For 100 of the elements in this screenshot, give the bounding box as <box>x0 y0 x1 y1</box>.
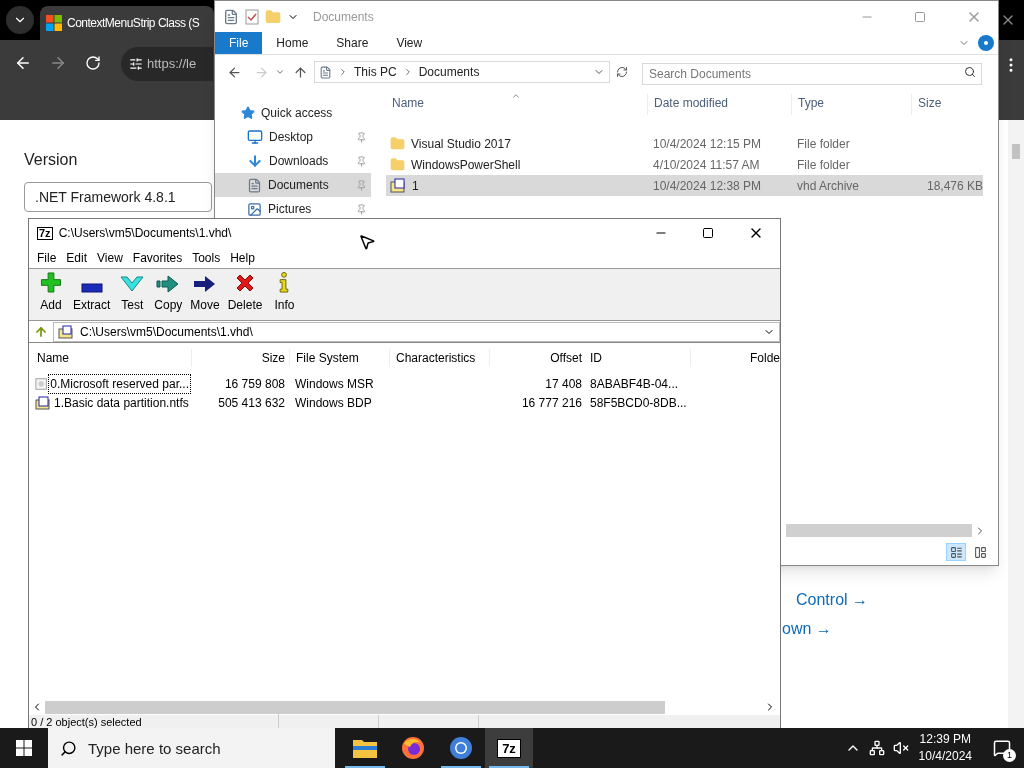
toolbar-button[interactable]: Test <box>114 272 151 314</box>
nav-link[interactable]: own → <box>782 617 832 641</box>
ribbon-tab[interactable]: Share <box>322 32 383 54</box>
id-text: 8ABABF4B-04... <box>589 375 680 393</box>
taskbar-app[interactable]: 7z <box>485 728 533 768</box>
four-squares-icon <box>46 15 62 31</box>
up-icon[interactable] <box>293 64 308 80</box>
cross-icon <box>235 273 256 293</box>
sort-icon <box>511 91 521 101</box>
picture-icon <box>247 201 262 217</box>
menu-item[interactable]: Favorites <box>127 248 188 267</box>
notification-badge: 1 <box>1003 749 1016 762</box>
column-header[interactable]: Name <box>29 349 191 367</box>
version-label: Version <box>24 150 78 170</box>
site-settings-icon <box>129 57 143 71</box>
menu-item[interactable]: File <box>32 248 62 267</box>
ribbon-tab[interactable]: Home <box>262 32 323 54</box>
file-row[interactable]: 1 10/4/2024 12:38 PM vhd Archive 18,476 KB <box>386 175 983 196</box>
menu-item[interactable]: Help <box>225 248 260 267</box>
tab-list-button[interactable] <box>6 6 34 34</box>
breadcrumb-item[interactable]: This PC <box>354 63 397 81</box>
nav-link[interactable]: Control → <box>796 588 869 612</box>
search-icon[interactable] <box>964 66 976 78</box>
info-icon <box>278 272 291 293</box>
column-header[interactable]: Type <box>791 94 911 115</box>
archive-icon <box>390 178 406 193</box>
help-icon[interactable] <box>978 35 994 51</box>
taskbar-search-field[interactable]: Type here to search <box>48 728 335 768</box>
toolbar-button[interactable]: Move <box>186 272 224 314</box>
toolbar-button[interactable]: Delete <box>223 272 267 314</box>
menu-item[interactable]: View <box>92 248 128 267</box>
ribbon-tab[interactable]: File <box>215 32 263 54</box>
size-text: 505 413 632 <box>217 394 286 412</box>
column-header[interactable]: Date modified <box>647 94 791 115</box>
offset-text: 17 408 <box>544 375 583 393</box>
start-icon[interactable] <box>16 740 32 756</box>
nav-item[interactable]: Quick access <box>215 101 371 125</box>
network-icon[interactable] <box>868 740 885 756</box>
size-text: 16 759 808 <box>223 375 286 393</box>
nav-item[interactable]: Downloads <box>215 149 371 173</box>
back-icon[interactable] <box>227 64 242 80</box>
recent-icon[interactable] <box>275 67 285 77</box>
breadcrumb-item[interactable]: Documents <box>418 63 480 81</box>
type-text: File folder <box>796 135 851 153</box>
column-header[interactable]: ID <box>586 349 690 367</box>
menu-item[interactable]: Tools <box>187 248 226 267</box>
path-field[interactable]: C:\Users\vm5\Documents\1.vhd\ <box>53 321 780 342</box>
round-browser-icon <box>449 736 473 760</box>
plus-icon <box>40 272 62 293</box>
maximize-icon[interactable] <box>702 227 714 239</box>
nav-item[interactable]: Pictures <box>215 197 371 221</box>
folder-icon <box>352 737 378 759</box>
menu-item[interactable]: Edit <box>61 248 93 267</box>
forward-icon[interactable] <box>49 54 67 72</box>
minus-icon <box>80 283 103 293</box>
refresh-icon[interactable] <box>616 66 628 78</box>
fox-globe-icon <box>401 736 425 760</box>
address-bar[interactable]: https://le <box>121 47 213 81</box>
toolbar-button[interactable]: Extract <box>69 272 115 314</box>
file-row[interactable]: WindowsPowerShell 4/10/2024 11:57 AM File folder <box>386 154 983 175</box>
search-field[interactable]: Search Documents <box>642 63 982 85</box>
file-row[interactable]: Visual Studio 2017 10/4/2024 12:15 PM File folder <box>386 133 983 154</box>
app-logo: 7z <box>498 739 520 757</box>
browser-tab[interactable]: ContextMenuStrip Class (S <box>40 6 214 40</box>
muted-speaker-icon[interactable] <box>892 740 909 756</box>
cursor-icon <box>358 233 376 251</box>
file-name[interactable]: 1.Basic data partition.ntfs <box>52 392 191 413</box>
column-header[interactable]: Offset <box>489 349 586 367</box>
document-icon <box>247 177 262 193</box>
column-header[interactable]: Characteristics <box>389 349 489 367</box>
archive-icon <box>58 324 74 339</box>
nav-item[interactable]: Desktop <box>215 125 371 149</box>
up-folder-icon[interactable] <box>34 324 48 339</box>
toolbar-button[interactable]: Info <box>266 272 303 314</box>
ntfs-file-icon <box>35 395 51 410</box>
address-bar[interactable]: This PC Documents <box>314 61 610 83</box>
window-title: C:\Users\vm5\Documents\1.vhd\ <box>58 225 232 242</box>
column-header[interactable]: Size <box>911 94 989 115</box>
column-header[interactable]: Size <box>191 349 289 367</box>
version-select[interactable]: .NET Framework 4.8.1 <box>24 182 212 212</box>
column-header[interactable]: Name <box>386 94 647 115</box>
reload-icon[interactable] <box>85 55 101 71</box>
toolbar-button[interactable]: Copy <box>150 272 187 314</box>
details-view-button[interactable] <box>946 543 966 561</box>
file-name[interactable]: 0.Microsoft reserved par... <box>48 373 191 394</box>
nav-item[interactable]: Documents <box>215 173 371 197</box>
type-text: File folder <box>796 156 851 174</box>
clock-date: 10/4/2024 <box>918 748 972 765</box>
ribbon-tab[interactable]: View <box>382 32 437 54</box>
toolbar-button[interactable]: Add <box>33 272 69 314</box>
search-icon[interactable] <box>60 740 77 757</box>
document-icon <box>319 65 332 79</box>
checklist-icon <box>245 9 259 25</box>
column-header[interactable]: File System <box>289 349 389 367</box>
back-icon[interactable] <box>14 54 32 72</box>
clock-time: 12:39 PM <box>919 731 971 748</box>
monitor-icon <box>247 129 263 145</box>
chevron-icon <box>338 67 348 77</box>
column-header[interactable]: Folde <box>690 349 780 367</box>
date-text: 10/4/2024 12:15 PM <box>652 135 763 153</box>
